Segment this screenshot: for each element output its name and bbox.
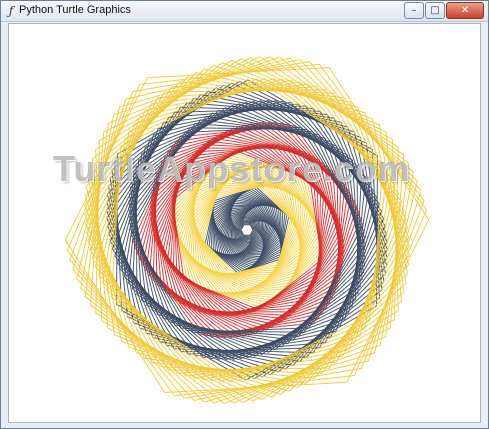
maximize-button[interactable]: □: [425, 2, 445, 19]
spiral-hexagon-0: [240, 224, 254, 236]
title-bar[interactable]: ƒ Python Turtle Graphics – □ ✕: [1, 1, 488, 22]
spiral-hexagon-126: [98, 78, 396, 382]
window-title: Python Turtle Graphics: [19, 4, 131, 16]
maximize-icon: □: [430, 5, 440, 16]
app-window: ƒ Python Turtle Graphics – □ ✕ TurtleApp…: [0, 0, 489, 429]
close-button[interactable]: ✕: [446, 2, 484, 19]
turtle-canvas[interactable]: TurtleAppstore.com: [8, 23, 481, 423]
minimize-button[interactable]: –: [404, 2, 424, 19]
close-icon: ✕: [460, 5, 470, 16]
window-controls: – □ ✕: [403, 2, 484, 19]
feather-icon: ƒ: [8, 4, 14, 18]
minimize-icon: –: [411, 5, 417, 16]
watermark: TurtleAppstore.com: [53, 148, 411, 189]
spiral-drawing: [64, 56, 430, 404]
spiral-hexagon-1: [239, 223, 255, 237]
